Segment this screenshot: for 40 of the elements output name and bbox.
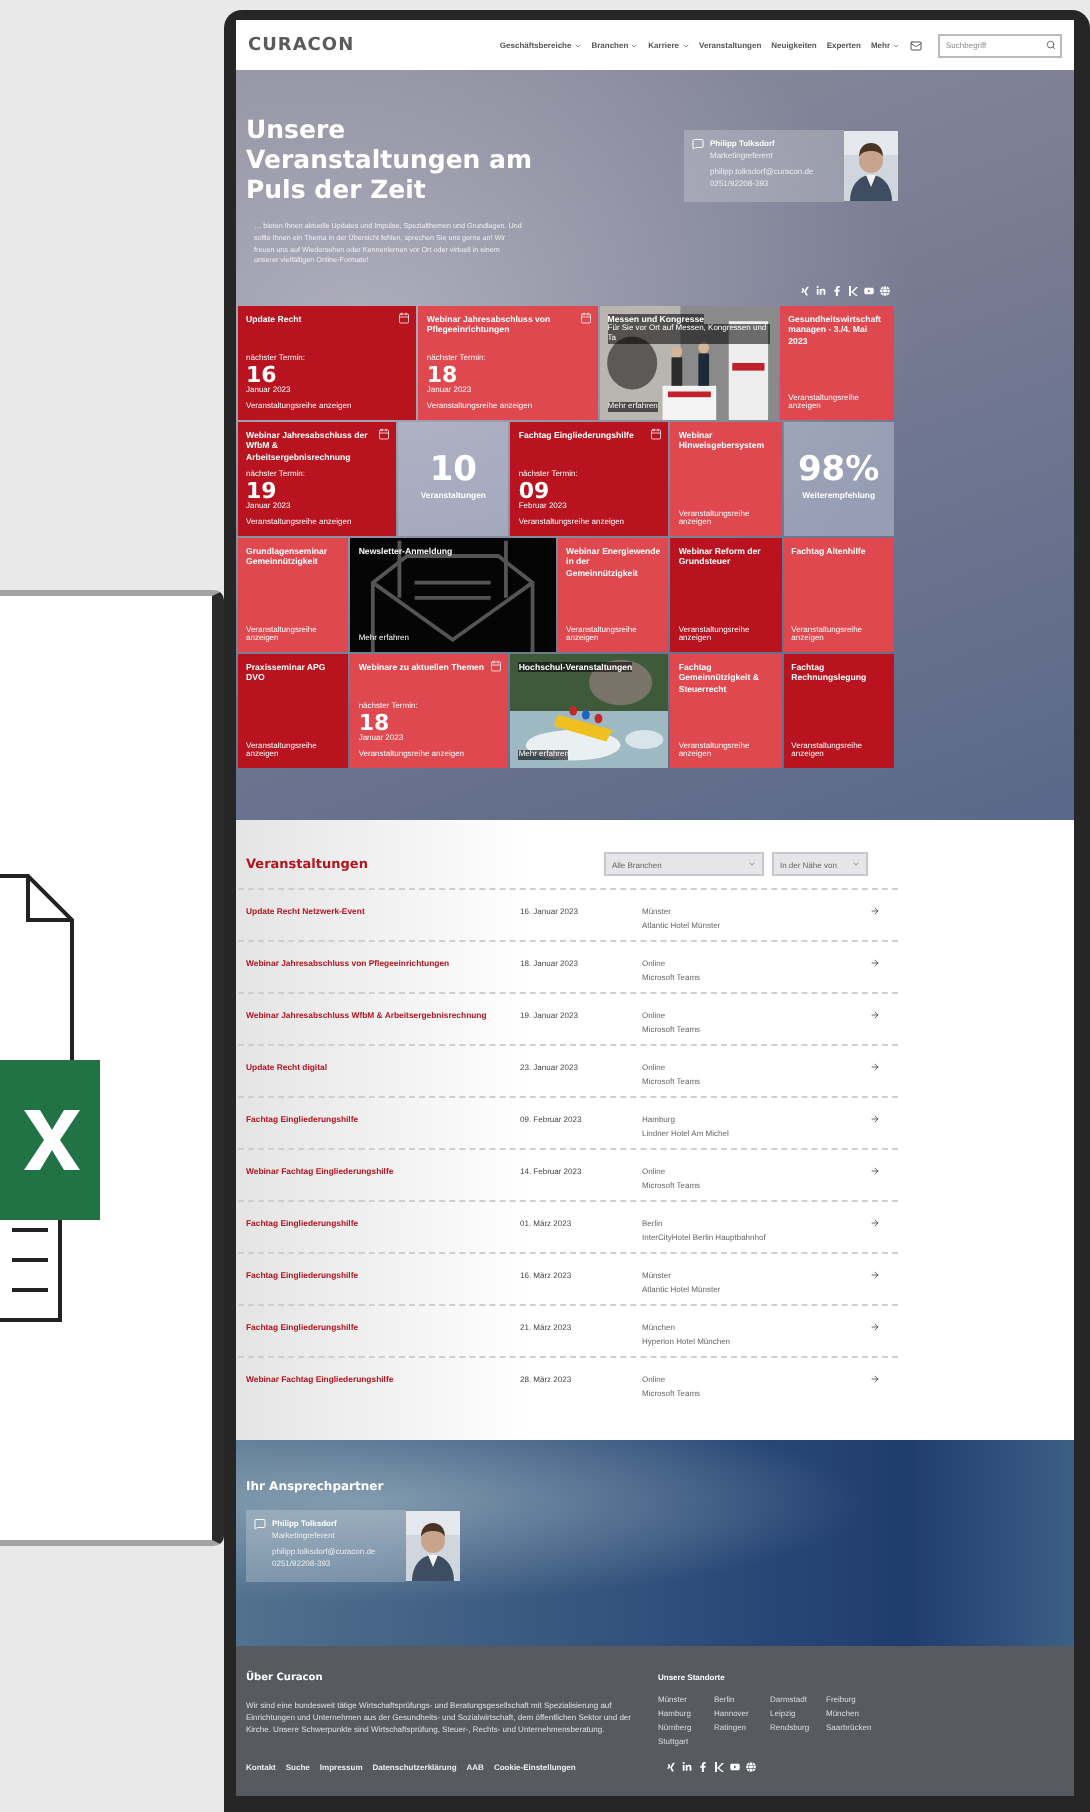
search-icon [1046,40,1056,50]
social-icon[interactable] [665,1762,676,1772]
arrow-right-icon[interactable] [870,1218,880,1228]
event-day: 09 [518,479,661,502]
comment-icon [692,138,704,150]
calendar-icon [398,312,411,325]
arrow-right-icon[interactable] [870,1166,880,1176]
event-day: 19 [246,479,388,502]
calendar-icon [650,428,663,441]
event-day: 16 [246,363,409,386]
comment-icon [254,1518,266,1530]
arrow-right-icon[interactable] [870,1010,880,1020]
calendar-icon [378,428,390,441]
stat-value: 10 [427,450,479,491]
arrow-right-icon[interactable] [870,906,880,916]
social-icon[interactable] [880,286,890,297]
arrow-right-icon[interactable] [870,1374,880,1384]
page-title: Unsere Veranstaltungen am Puls der Zeit [246,114,535,204]
social-icon[interactable] [848,286,858,297]
social-icon[interactable] [713,1762,724,1772]
social-icon[interactable] [697,1762,708,1772]
social-icon[interactable] [681,1762,692,1772]
stat-value: 98% [795,450,882,491]
social-icon[interactable] [745,1762,756,1772]
mail-icon[interactable] [910,39,922,51]
social-icon[interactable] [729,1762,740,1772]
social-icon[interactable] [864,286,874,297]
arrow-right-icon[interactable] [870,958,880,968]
calendar-icon [579,312,592,325]
arrow-right-icon[interactable] [870,1062,880,1072]
arrow-right-icon[interactable] [870,1270,880,1280]
event-day: 18 [426,363,590,386]
calendar-icon [490,660,503,673]
social-icon[interactable] [800,286,810,297]
event-day: 18 [358,711,501,734]
logo[interactable]: CURACON [248,35,355,55]
social-icon[interactable] [832,286,842,297]
social-icon[interactable] [816,286,826,297]
arrow-right-icon[interactable] [870,1114,880,1124]
arrow-right-icon[interactable] [870,1322,880,1332]
